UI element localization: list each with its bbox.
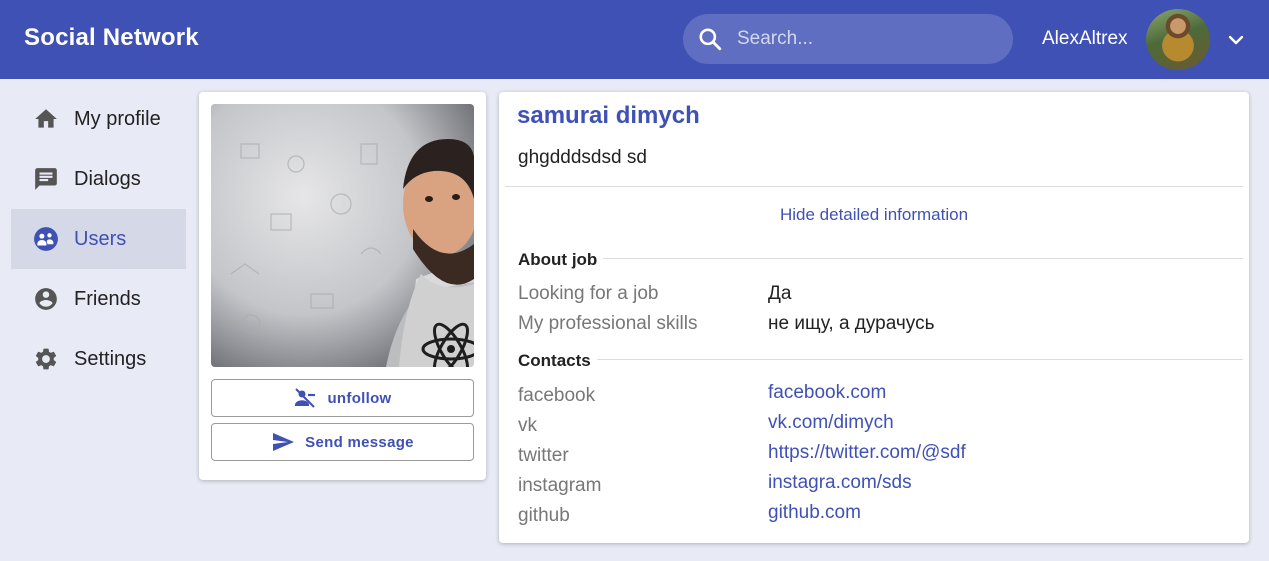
contact-github-label: github	[518, 505, 570, 526]
send-icon	[273, 433, 295, 451]
toggle-details-button[interactable]: Hide detailed information	[499, 205, 1249, 225]
app-title[interactable]: Social Network	[24, 24, 199, 52]
contact-facebook-label: facebook	[518, 385, 596, 406]
search-input[interactable]	[737, 14, 1003, 64]
contacts-title: Contacts	[518, 351, 597, 371]
profile-photo	[211, 104, 474, 367]
home-icon	[35, 109, 57, 128]
sidebar-item-users[interactable]: Users	[11, 209, 186, 269]
user-avatar[interactable]	[1146, 9, 1210, 70]
contact-twitter-label: twitter	[518, 445, 569, 466]
profile-status[interactable]: ghgdddsdsd sd	[518, 147, 647, 169]
contact-vk-link[interactable]: vk.com/dimych	[768, 412, 894, 434]
profile-photo-card: unfollow Send message	[199, 92, 486, 480]
sidebar-item-label: My profile	[74, 107, 161, 130]
section-divider	[518, 359, 1243, 360]
account-circle-icon	[35, 288, 57, 310]
contact-github-link[interactable]: github.com	[768, 502, 861, 524]
job-skills-label: My professional skills	[518, 313, 698, 334]
sidebar-item-settings[interactable]: Settings	[11, 329, 186, 389]
chevron-down-icon[interactable]	[1224, 28, 1248, 52]
profile-photo-image	[211, 104, 474, 367]
sidebar-item-label: Friends	[74, 287, 141, 310]
contact-facebook-link[interactable]: facebook.com	[768, 382, 886, 404]
sidebar-item-label: Settings	[74, 347, 147, 370]
contact-instagram-label: instagram	[518, 475, 602, 496]
contact-vk-label: vk	[518, 415, 537, 436]
section-divider	[518, 258, 1243, 259]
sidebar-item-friends[interactable]: Friends	[11, 269, 186, 329]
profile-info-card: samurai dimych ghgdddsdsd sd Hide detail…	[499, 92, 1249, 543]
job-looking-label: Looking for a job	[518, 283, 659, 304]
sidebar-item-dialogs[interactable]: Dialogs	[11, 149, 186, 209]
sidebar: My profile Dialogs Users Friends Setting…	[11, 89, 186, 389]
chat-icon	[35, 168, 57, 190]
unfollow-label: unfollow	[327, 389, 392, 407]
search-box[interactable]	[683, 14, 1013, 64]
unfollow-button[interactable]: unfollow	[211, 379, 474, 417]
sidebar-item-my-profile[interactable]: My profile	[11, 89, 186, 149]
divider	[505, 186, 1243, 187]
contact-twitter-link[interactable]: https://twitter.com/@sdf	[768, 442, 966, 464]
job-looking-value: Да	[768, 283, 792, 304]
users-icon	[34, 227, 58, 251]
gear-icon	[35, 348, 57, 370]
sidebar-item-label: Dialogs	[74, 167, 141, 190]
sidebar-item-label: Users	[74, 227, 127, 250]
job-skills-value: не ищу, а дурачусь	[768, 313, 935, 334]
app-header: Social Network AlexAltrex	[0, 0, 1269, 79]
username: AlexAltrex	[1042, 28, 1128, 49]
send-message-button[interactable]: Send message	[211, 423, 474, 461]
search-icon	[699, 28, 722, 51]
about-job-title: About job	[518, 250, 604, 270]
contact-instagram-link[interactable]: instagra.com/sds	[768, 472, 912, 494]
profile-name: samurai dimych	[517, 102, 700, 129]
send-message-label: Send message	[305, 433, 414, 451]
person-remove-icon	[295, 388, 316, 408]
